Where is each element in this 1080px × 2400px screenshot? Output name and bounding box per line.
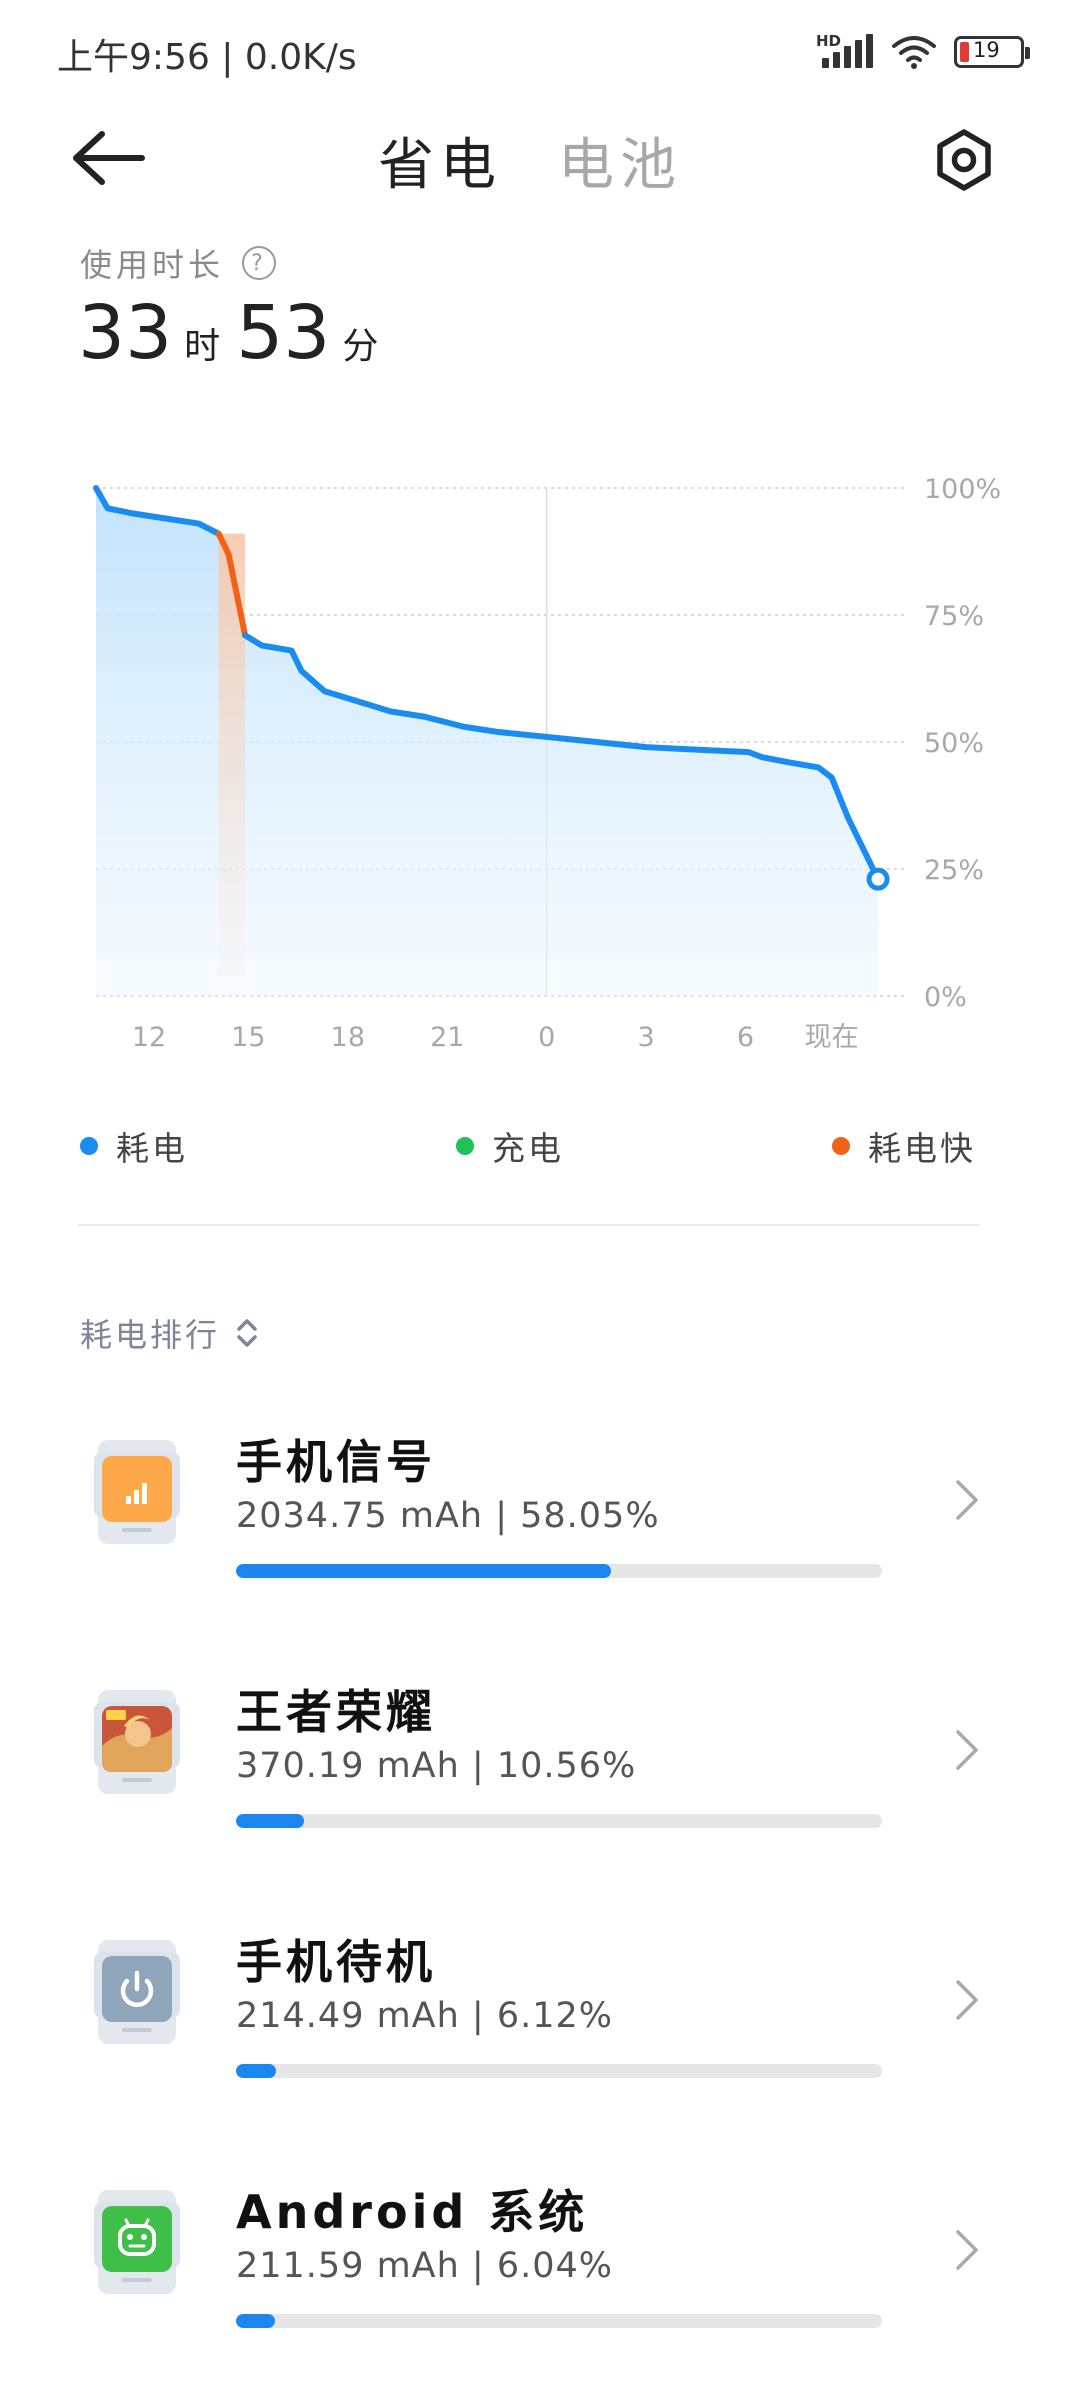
- x-tick-label: 18: [331, 1022, 365, 1053]
- usage-bar-fill: [236, 1814, 305, 1828]
- settings-button[interactable]: [932, 128, 996, 192]
- usage-duration-value: 33 时 53 分: [78, 290, 394, 376]
- signal-app-icon: [94, 1440, 180, 1544]
- fast-drain-band: [218, 533, 246, 976]
- usage-label-text: 使用时长: [80, 246, 225, 284]
- current-level-marker: [866, 867, 890, 891]
- usage-hours-unit: 时: [184, 326, 221, 367]
- legend-label-drain: 耗电: [116, 1129, 188, 1168]
- x-tick-label: 6: [737, 1022, 754, 1053]
- app-name: 手机待机: [236, 1935, 436, 1989]
- x-tick-label: 12: [132, 1022, 166, 1053]
- app-name: Android 系统: [236, 2185, 589, 2239]
- usage-hours: 33: [78, 290, 173, 376]
- back-arrow-icon: [73, 131, 145, 185]
- tab-power-saving[interactable]: 省电: [378, 120, 502, 201]
- legend-label-charge: 充电: [492, 1129, 564, 1168]
- battery-fill: [960, 42, 969, 62]
- usage-bar-fill: [236, 2064, 276, 2078]
- x-tick-label: 0: [538, 1022, 555, 1053]
- chevron-right-icon: [956, 1480, 978, 1520]
- legend-item-charge: 充电: [456, 1122, 564, 1170]
- y-tick-label: 100%: [924, 474, 1001, 505]
- app-stats: 214.49 mAh | 6.12%: [236, 1996, 614, 2036]
- chevron-right-icon: [956, 1730, 978, 1770]
- usage-duration-label: 使用时长 ?: [80, 240, 277, 286]
- settings-gear-icon: [937, 129, 991, 191]
- section-divider: [78, 1224, 980, 1226]
- legend-label-fast-drain: 耗电快: [868, 1129, 976, 1168]
- battery-level: 19: [973, 38, 1000, 62]
- y-tick-label: 0%: [924, 982, 967, 1013]
- network-badge: HD: [816, 32, 842, 50]
- usage-bar-track: [236, 1564, 882, 1578]
- header-tabs: 省电 电池: [378, 120, 682, 201]
- sort-updown-icon: [237, 1319, 257, 1347]
- battery-icon: 19: [954, 36, 1030, 68]
- legend-item-fast-drain: 耗电快: [832, 1122, 976, 1170]
- area-fill: [96, 488, 879, 996]
- x-tick-label: 3: [637, 1022, 654, 1053]
- android-system-icon: [94, 2190, 180, 2294]
- chevron-right-icon: [956, 1980, 978, 2020]
- tab-battery[interactable]: 电池: [558, 120, 682, 201]
- ranking-header-label: 耗电排行: [80, 1316, 221, 1354]
- status-time: 上午9:56 | 0.0K/s: [57, 37, 357, 78]
- game-app-icon: [94, 1690, 180, 1794]
- x-tick-label: 21: [430, 1022, 464, 1053]
- y-tick-label: 75%: [924, 601, 984, 632]
- status-bar: 上午9:56 | 0.0K/s HD 19: [0, 0, 1080, 100]
- x-tick-label: 现在: [805, 1022, 859, 1053]
- usage-bar-fill: [236, 1564, 611, 1578]
- usage-bar-track: [236, 2064, 882, 2078]
- wifi-icon: [892, 36, 936, 69]
- x-tick-label: 15: [231, 1022, 265, 1053]
- app-item-honor-of-kings[interactable]: 王者荣耀 370.19 mAh | 10.56%: [0, 1676, 1080, 1896]
- app-stats: 211.59 mAh | 6.04%: [236, 2246, 614, 2286]
- usage-bar-track: [236, 2314, 882, 2328]
- legend-dot-fast-drain: [832, 1137, 850, 1155]
- app-item-android-system[interactable]: Android 系统 211.59 mAh | 6.04%: [0, 2176, 1080, 2396]
- y-tick-label: 50%: [924, 728, 984, 759]
- battery-level-chart[interactable]: 100% 75% 50% 25% 0% 12 15 18 21 0 3 6 现在: [0, 460, 1080, 1080]
- chevron-right-icon: [956, 2230, 978, 2270]
- legend-item-drain: 耗电: [80, 1122, 188, 1170]
- usage-bar-track: [236, 1814, 882, 1828]
- legend-dot-charge: [456, 1137, 474, 1155]
- y-tick-label: 25%: [924, 855, 984, 886]
- app-name: 手机信号: [236, 1435, 436, 1489]
- usage-minutes: 53: [236, 290, 331, 376]
- status-icons: HD 19: [816, 30, 1030, 74]
- app-stats: 2034.75 mAh | 58.05%: [236, 1496, 660, 1536]
- back-button[interactable]: [72, 128, 148, 188]
- hd-signal-icon: HD: [816, 32, 874, 72]
- app-stats: 370.19 mAh | 10.56%: [236, 1746, 637, 1786]
- legend-dot-drain: [80, 1137, 98, 1155]
- standby-power-icon: [94, 1940, 180, 2044]
- app-item-standby[interactable]: 手机待机 214.49 mAh | 6.12%: [0, 1926, 1080, 2146]
- usage-bar-fill: [236, 2314, 275, 2328]
- app-item-signal[interactable]: 手机信号 2034.75 mAh | 58.05%: [0, 1426, 1080, 1646]
- app-name: 王者荣耀: [236, 1685, 436, 1739]
- usage-minutes-unit: 分: [342, 326, 379, 367]
- ranking-sort-toggle[interactable]: 耗电排行: [80, 1310, 260, 1356]
- help-icon[interactable]: ?: [242, 246, 277, 280]
